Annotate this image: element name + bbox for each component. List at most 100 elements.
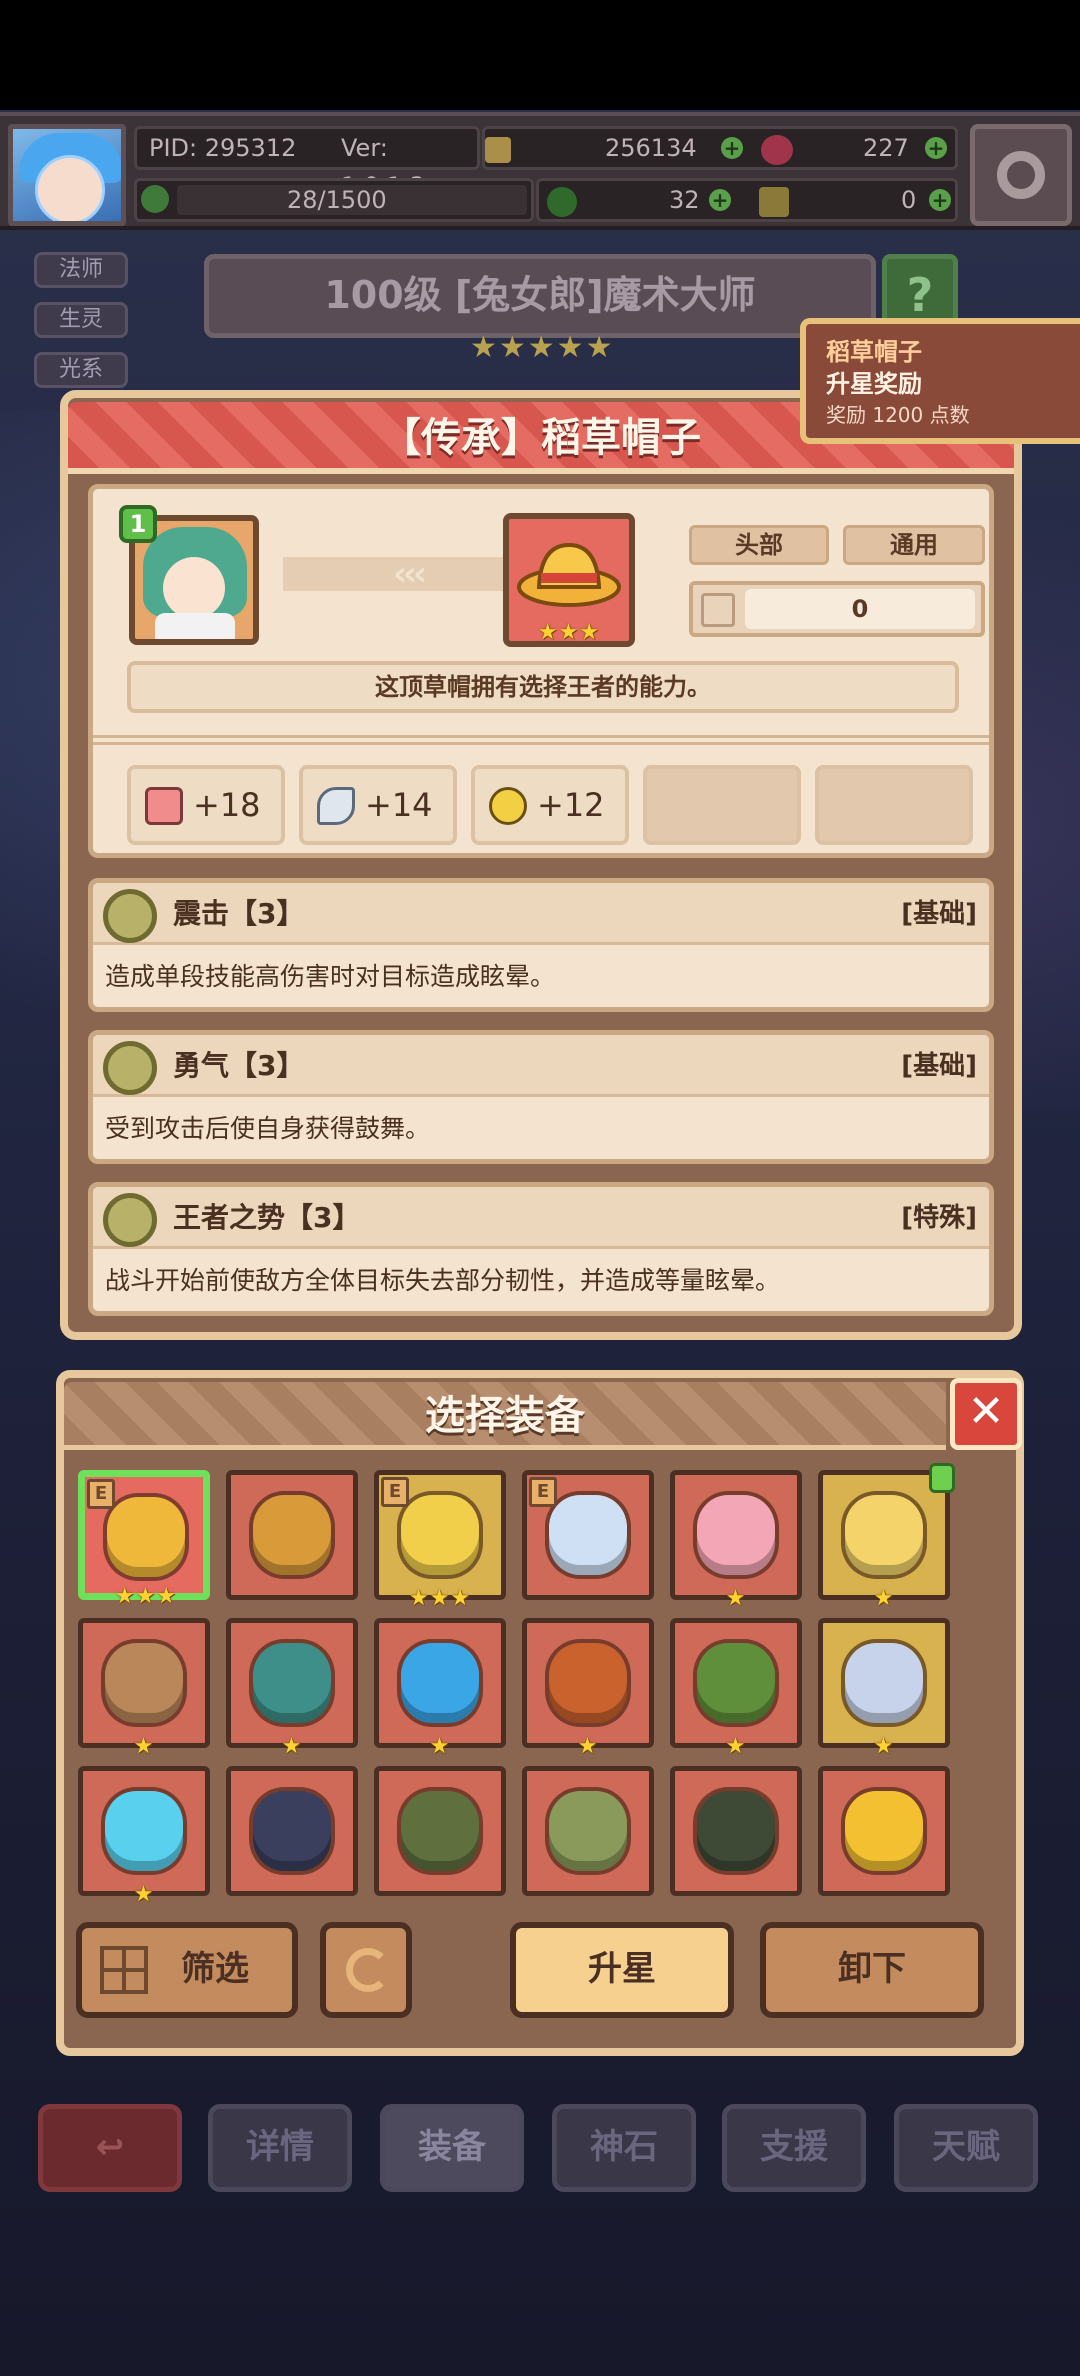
class-tag[interactable]: 法师: [34, 252, 128, 288]
pid-text: PID: 295312: [149, 134, 297, 162]
tab-equipment[interactable]: 装备: [380, 2104, 524, 2192]
ice-crown-icon: [105, 1791, 183, 1871]
item-stars: ★: [133, 1734, 155, 1759]
back-button[interactable]: ↩: [38, 2104, 182, 2192]
equipment-slot[interactable]: [818, 1766, 950, 1896]
equipment-slot[interactable]: E ★★★: [374, 1470, 506, 1611]
equipment-slot[interactable]: [374, 1766, 506, 1896]
currency-pill-bottom: 32 + 0 +: [536, 178, 958, 222]
item-stars: ★: [429, 1734, 451, 1759]
hero-stars: ★★★★★: [470, 330, 615, 365]
equipment-slot[interactable]: [522, 1766, 654, 1896]
race-tag[interactable]: 生灵: [34, 302, 128, 338]
exp-bar: 28/1500: [134, 178, 534, 222]
skill-type: [基础]: [901, 899, 977, 929]
equipment-slot[interactable]: [226, 1766, 358, 1896]
scale-helm-icon: [549, 1791, 627, 1871]
return-arrow-icon: ↩: [95, 2127, 125, 2167]
clover-amount: 32: [669, 186, 700, 214]
add-gold-icon[interactable]: +: [721, 137, 743, 159]
hood-icon: [549, 1643, 627, 1723]
tab-details[interactable]: 详情: [208, 2104, 352, 2192]
close-button[interactable]: ✕: [950, 1378, 1022, 1450]
key-amount: 0: [901, 186, 917, 214]
lock-icon[interactable]: [929, 1463, 955, 1493]
tab-support[interactable]: 支援: [722, 2104, 866, 2192]
key-icon: [759, 187, 789, 217]
equipment-slot[interactable]: ★: [670, 1618, 802, 1759]
tooltip-item-name: 稻草帽子: [826, 338, 922, 366]
silver-horned-helm-icon: [845, 1643, 923, 1723]
stat-value: +18: [193, 786, 261, 824]
player-avatar[interactable]: [8, 124, 126, 226]
equipment-slot[interactable]: ★: [78, 1766, 210, 1907]
gem-icon: [761, 135, 793, 165]
upgrade-star-button[interactable]: 升星: [510, 1922, 734, 2018]
equipment-select-panel: 选择装备 ✕ E ★★★ E ★★★ E ★ ★ ★ ★ ★ ★ ★ ★ ★ 筛选 升星 卸下: [56, 1370, 1024, 2056]
equipment-slot[interactable]: ★: [818, 1618, 950, 1759]
equipment-slot[interactable]: ★: [374, 1618, 506, 1759]
skill-description: 造成单段技能高伤害时对目标造成眩晕。: [105, 962, 556, 991]
skill-name: 王者之势【3】: [173, 1201, 361, 1234]
add-gem-icon[interactable]: +: [925, 137, 947, 159]
skill-description: 战斗开始前使敌方全体目标失去部分韧性，并造成等量眩晕。: [105, 1266, 781, 1295]
equipment-slot[interactable]: ★: [78, 1618, 210, 1759]
hero-title: 100级 [兔女郎]魔术大师: [204, 254, 876, 338]
item-count: 0: [745, 589, 975, 629]
item-stars: ★: [133, 1882, 155, 1907]
courage-skill-icon: [103, 1041, 157, 1095]
refresh-icon: [346, 1948, 390, 1992]
stat-agility: +14: [299, 765, 457, 845]
equipment-slot[interactable]: E ★★★: [78, 1470, 210, 1609]
witch-hat-icon: [253, 1791, 331, 1871]
equipment-slot[interactable]: E: [522, 1470, 654, 1600]
crown-skill-icon: [103, 1193, 157, 1247]
gold-crown-icon: [845, 1791, 923, 1871]
stat-attack: +18: [127, 765, 285, 845]
exp-text: 28/1500: [287, 186, 387, 214]
settings-button[interactable]: [970, 124, 1072, 226]
filter-button[interactable]: 筛选: [76, 1922, 298, 2018]
tooltip-label: 升星奖励: [826, 370, 922, 398]
teal-horn-helm-icon: [253, 1643, 331, 1723]
skill-name: 震击【3】: [173, 897, 305, 930]
unequip-label: 卸下: [838, 1949, 906, 1989]
equipment-slot[interactable]: [226, 1470, 358, 1600]
gold-circlet-icon: [401, 1495, 479, 1575]
green-helm-icon: [401, 1791, 479, 1871]
skill-description: 受到攻击后使自身获得鼓舞。: [105, 1114, 431, 1143]
gold-amount: 256134: [605, 134, 697, 162]
item-description: 这顶草帽拥有选择王者的能力。: [127, 661, 959, 713]
item-stars: ★★★: [537, 620, 601, 645]
add-key-icon[interactable]: +: [929, 189, 951, 211]
tab-talent[interactable]: 天赋: [894, 2104, 1038, 2192]
crystal-crown-icon: [549, 1495, 627, 1575]
skill-card: 震击【3】 [基础] 造成单段技能高伤害时对目标造成眩晕。: [88, 878, 994, 1012]
filter-grid-icon: [100, 1946, 148, 1994]
item-count-box: 0: [689, 581, 985, 637]
unequip-button[interactable]: 卸下: [760, 1922, 984, 2018]
equipped-badge: E: [87, 1479, 115, 1509]
refresh-button[interactable]: [320, 1922, 412, 2018]
equipment-slot[interactable]: ★: [522, 1618, 654, 1759]
tab-god-stone[interactable]: 神石: [552, 2104, 696, 2192]
item-stars: ★: [725, 1734, 747, 1759]
equipment-slot[interactable]: ★: [818, 1463, 955, 1611]
element-tag[interactable]: 光系: [34, 352, 128, 388]
stat-empty-slot: [643, 765, 801, 845]
stat-empty-slot: [815, 765, 973, 845]
item-preview: ★★★: [503, 513, 635, 647]
equipment-slot[interactable]: ★: [226, 1618, 358, 1759]
equipment-slot[interactable]: [670, 1766, 802, 1896]
feather-icon: [317, 787, 355, 825]
stat-speed: +12: [471, 765, 629, 845]
add-clover-icon[interactable]: +: [709, 189, 731, 211]
item-stars: ★: [281, 1734, 303, 1759]
ornament-divider: [93, 735, 989, 745]
slot-tag: 头部: [689, 525, 829, 565]
tooltip-reward: 奖励 1200 点数: [826, 403, 970, 427]
equipment-slot[interactable]: ★: [670, 1470, 802, 1611]
equipped-badge: E: [529, 1477, 557, 1507]
currency-pill-top: 256134 + 227 +: [482, 126, 958, 170]
gold-coin-icon: [485, 137, 511, 163]
